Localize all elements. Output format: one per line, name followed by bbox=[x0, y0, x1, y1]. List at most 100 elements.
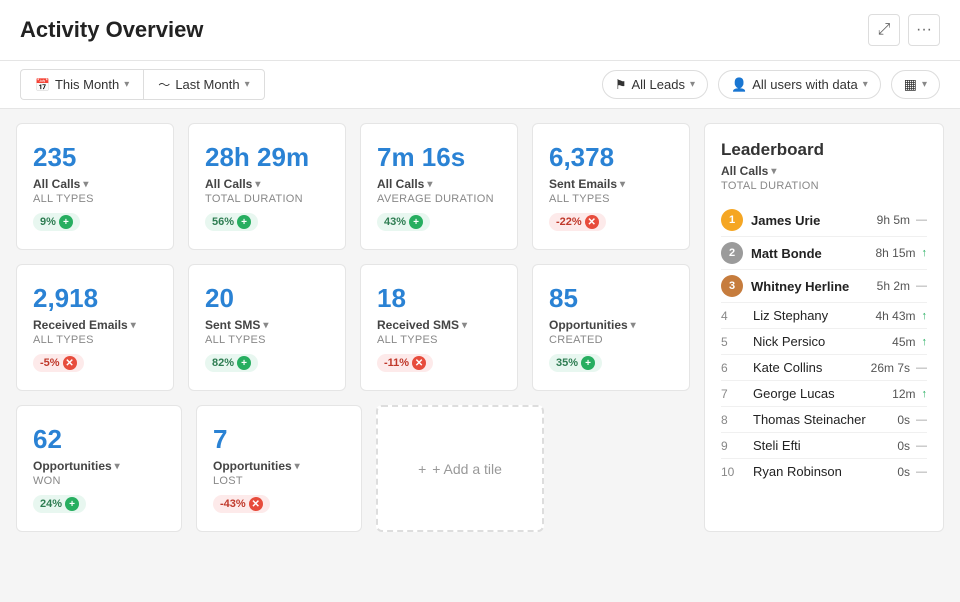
badge-value: -5% bbox=[40, 357, 60, 369]
tile-sub: ALL TYPES bbox=[549, 193, 673, 205]
chevron-down-icon-tile[interactable]: ▾ bbox=[295, 461, 300, 472]
leaderboard-value: 8h 15m bbox=[875, 246, 915, 260]
leaderboard-name: James Urie bbox=[751, 213, 877, 228]
leaderboard-trend: — bbox=[916, 214, 927, 226]
badge-dot-green: + bbox=[59, 215, 73, 229]
header-actions: ⤢ ··· bbox=[868, 14, 940, 46]
badge-value: 43% bbox=[384, 216, 406, 228]
tile-label-row: All Calls ▾ bbox=[205, 177, 329, 191]
tile-label: All Calls bbox=[205, 177, 252, 191]
badge-dot-red: ✕ bbox=[249, 497, 263, 511]
tile-value: 28h 29m bbox=[205, 142, 329, 173]
tile-value: 7 bbox=[213, 424, 345, 455]
badge-dot-green: + bbox=[581, 356, 595, 370]
tile-label: Received Emails bbox=[33, 318, 128, 332]
tile-label: Opportunities bbox=[33, 459, 112, 473]
filters-bar: 📅 This Month ▾ 〜 Last Month ▾ ⚑ All Lead… bbox=[0, 61, 960, 109]
rank-badge-2: 2 bbox=[721, 242, 743, 264]
more-button[interactable]: ··· bbox=[908, 14, 940, 46]
leads-filter-label: All Leads bbox=[632, 77, 685, 92]
leaderboard-trend: — bbox=[916, 414, 927, 426]
tile-sub: ALL TYPES bbox=[33, 193, 157, 205]
chevron-down-icon-tile[interactable]: ▾ bbox=[263, 320, 268, 331]
tile-sub: WON bbox=[33, 475, 165, 487]
rank-number: 9 bbox=[721, 439, 745, 453]
add-tile-button[interactable]: + + Add a tile bbox=[376, 405, 544, 532]
layout-button[interactable]: ▦ ▾ bbox=[891, 70, 940, 99]
leaderboard-trend: — bbox=[916, 440, 927, 452]
leaderboard-trend: — bbox=[916, 466, 927, 478]
tile-value: 2,918 bbox=[33, 283, 157, 314]
leaderboard-name: Nick Persico bbox=[753, 334, 892, 349]
users-filter-button[interactable]: 👤 All users with data ▾ bbox=[718, 70, 881, 99]
expand-button[interactable]: ⤢ bbox=[868, 14, 900, 46]
leaderboard-value: 0s bbox=[897, 413, 910, 427]
badge-value: 82% bbox=[212, 357, 234, 369]
chevron-down-icon-tile[interactable]: ▾ bbox=[631, 320, 636, 331]
leaderboard-value: 5h 2m bbox=[877, 279, 910, 293]
leaderboard-sub: TOTAL DURATION bbox=[721, 180, 927, 192]
leaderboard-trend: ↑ bbox=[922, 247, 928, 259]
leaderboard-trend: ↑ bbox=[922, 310, 928, 322]
chevron-down-icon-tile[interactable]: ▾ bbox=[83, 179, 88, 190]
tile-avg-duration: 7m 16s All Calls ▾ AVERAGE DURATION 43% … bbox=[360, 123, 518, 250]
chevron-down-icon-tile[interactable]: ▾ bbox=[131, 320, 136, 331]
leaderboard-value: 4h 43m bbox=[875, 309, 915, 323]
rank-number: 5 bbox=[721, 335, 745, 349]
leaderboard-trend: ↑ bbox=[922, 336, 928, 348]
leaderboard-name: Matt Bonde bbox=[751, 246, 875, 261]
last-month-label: Last Month bbox=[175, 77, 239, 92]
tile-badge: 82% + bbox=[205, 354, 258, 372]
leaderboard-name: Kate Collins bbox=[753, 360, 871, 375]
chevron-down-icon-tile[interactable]: ▾ bbox=[427, 179, 432, 190]
tile-badge: -5% ✕ bbox=[33, 354, 84, 372]
tile-label: Opportunities bbox=[213, 459, 292, 473]
leaderboard-filter: All Calls ▾ bbox=[721, 164, 927, 178]
tile-label: Received SMS bbox=[377, 318, 459, 332]
tile-opportunities-lost: 7 Opportunities ▾ LOST -43% ✕ bbox=[196, 405, 362, 532]
chevron-down-icon-tile[interactable]: ▾ bbox=[620, 179, 625, 190]
leaderboard-row: 2 Matt Bonde 8h 15m ↑ bbox=[721, 237, 927, 270]
leads-filter-button[interactable]: ⚑ All Leads ▾ bbox=[602, 70, 708, 99]
tile-opportunities-created: 85 Opportunities ▾ CREATED 35% + bbox=[532, 264, 690, 391]
tile-received-sms: 18 Received SMS ▾ ALL TYPES -11% ✕ bbox=[360, 264, 518, 391]
date-filter-group: 📅 This Month ▾ 〜 Last Month ▾ bbox=[20, 69, 265, 100]
tile-sub: ALL TYPES bbox=[377, 334, 501, 346]
tile-opportunities-won: 62 Opportunities ▾ WON 24% + bbox=[16, 405, 182, 532]
rank-number: 7 bbox=[721, 387, 745, 401]
chevron-down-icon-5: ▾ bbox=[922, 79, 927, 90]
tile-value: 6,378 bbox=[549, 142, 673, 173]
leaderboard-row: 8 Thomas Steinacher 0s — bbox=[721, 407, 927, 433]
badge-value: 35% bbox=[556, 357, 578, 369]
tile-sub: AVERAGE DURATION bbox=[377, 193, 501, 205]
tile-all-calls-count: 235 All Calls ▾ ALL TYPES 9% + bbox=[16, 123, 174, 250]
chevron-down-icon-tile[interactable]: ▾ bbox=[255, 179, 260, 190]
badge-value: 24% bbox=[40, 498, 62, 510]
chevron-down-icon: ▾ bbox=[124, 79, 129, 90]
badge-dot-red: ✕ bbox=[412, 356, 426, 370]
chevron-down-icon-tile[interactable]: ▾ bbox=[462, 320, 467, 331]
chevron-down-icon-2: ▾ bbox=[245, 79, 250, 90]
tile-label-row: Sent SMS ▾ bbox=[205, 318, 329, 332]
tile-label-row: Sent Emails ▾ bbox=[549, 177, 673, 191]
chevron-down-icon-tile[interactable]: ▾ bbox=[115, 461, 120, 472]
tile-label: All Calls bbox=[377, 177, 424, 191]
tile-label-row: All Calls ▾ bbox=[377, 177, 501, 191]
tile-value: 85 bbox=[549, 283, 673, 314]
tile-label: Opportunities bbox=[549, 318, 628, 332]
badge-value: 9% bbox=[40, 216, 56, 228]
leaderboard-filter-label: All Calls bbox=[721, 164, 768, 178]
tile-label: Sent SMS bbox=[205, 318, 260, 332]
plus-icon: + bbox=[418, 461, 426, 477]
rank-number: 6 bbox=[721, 361, 745, 375]
this-month-label: This Month bbox=[55, 77, 119, 92]
last-month-button[interactable]: 〜 Last Month ▾ bbox=[143, 69, 264, 100]
chevron-down-icon-lb[interactable]: ▾ bbox=[771, 166, 776, 177]
leaderboard: Leaderboard All Calls ▾ TOTAL DURATION 1… bbox=[704, 123, 944, 532]
tile-badge: 43% + bbox=[377, 213, 430, 231]
leaderboard-value: 45m bbox=[892, 335, 915, 349]
leaderboard-value: 0s bbox=[897, 465, 910, 479]
leaderboard-value: 9h 5m bbox=[877, 213, 910, 227]
this-month-button[interactable]: 📅 This Month ▾ bbox=[20, 69, 143, 100]
rank-number: 4 bbox=[721, 309, 745, 323]
